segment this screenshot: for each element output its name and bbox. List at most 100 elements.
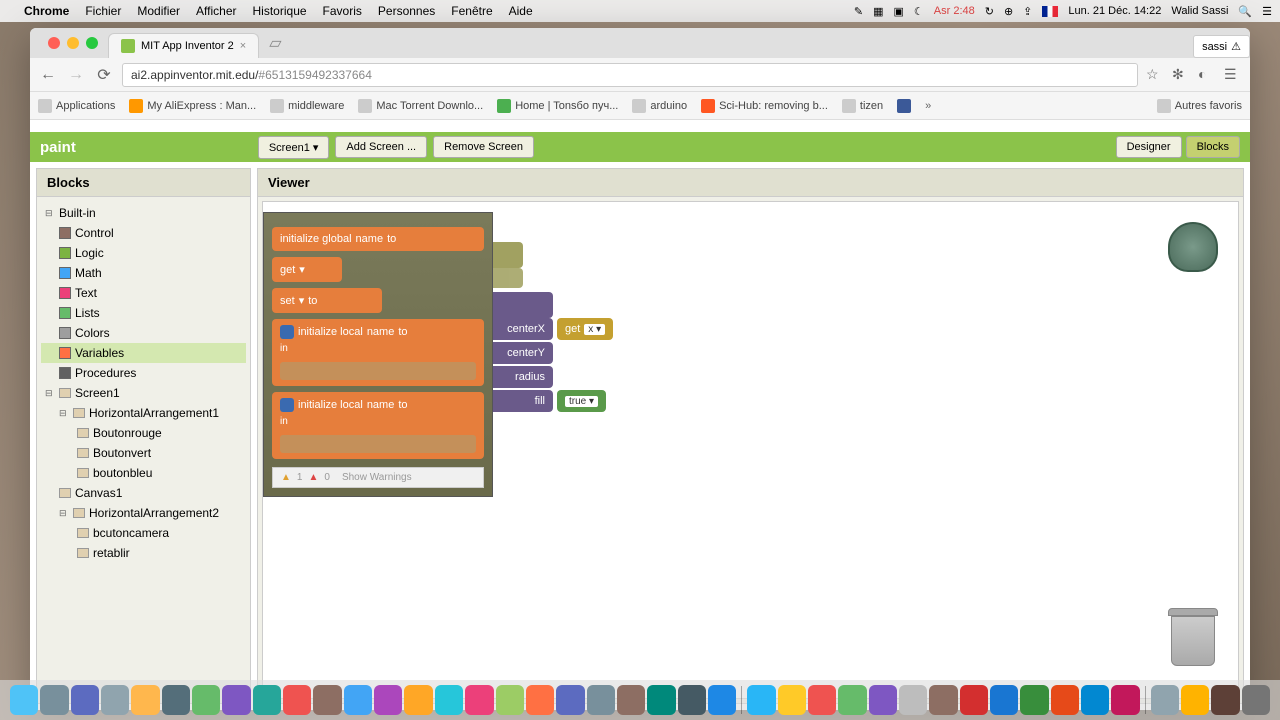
dock-app[interactable]: [1081, 685, 1109, 715]
tree-variables[interactable]: Variables: [41, 343, 246, 363]
tree-screen1[interactable]: ⊟Screen1: [41, 383, 246, 403]
true-block[interactable]: true ▾: [557, 390, 606, 412]
reload-button[interactable]: ⟳: [94, 65, 114, 85]
status-icon[interactable]: ↻: [985, 5, 994, 18]
menu-people[interactable]: Personnes: [378, 4, 435, 18]
menu-favorites[interactable]: Favoris: [323, 4, 362, 18]
dock-app[interactable]: [283, 685, 311, 715]
dock-app[interactable]: [222, 685, 250, 715]
status-icon[interactable]: ✎: [854, 5, 863, 18]
menu-icon[interactable]: ☰: [1262, 5, 1272, 18]
tree-colors[interactable]: Colors: [41, 323, 246, 343]
dock-app[interactable]: [1111, 685, 1139, 715]
menu-icon[interactable]: ☰: [1224, 66, 1242, 84]
dock-app[interactable]: [1211, 685, 1239, 715]
menu-history[interactable]: Historique: [253, 4, 307, 18]
dock-app[interactable]: [808, 685, 836, 715]
tree-canvas[interactable]: Canvas1: [41, 483, 246, 503]
dock-app[interactable]: [435, 685, 463, 715]
blocks-button[interactable]: Blocks: [1186, 136, 1240, 158]
dock-app[interactable]: [899, 685, 927, 715]
wifi-icon[interactable]: ⇪: [1023, 5, 1032, 18]
dock-app[interactable]: [253, 685, 281, 715]
dock-app[interactable]: [1020, 685, 1048, 715]
flag-icon[interactable]: [1042, 6, 1058, 17]
dock-app[interactable]: [678, 685, 706, 715]
bookmark[interactable]: My AliExpress : Man...: [129, 99, 256, 113]
dock-app[interactable]: [10, 685, 38, 715]
dock-app[interactable]: [1242, 685, 1270, 715]
remove-screen-button[interactable]: Remove Screen: [433, 136, 534, 158]
tree-logic[interactable]: Logic: [41, 243, 246, 263]
dock-app[interactable]: [313, 685, 341, 715]
dock-app[interactable]: [556, 685, 584, 715]
dock-app[interactable]: [708, 685, 736, 715]
dock-app[interactable]: [869, 685, 897, 715]
other-bookmarks[interactable]: Autres favoris: [1157, 99, 1242, 113]
date-time[interactable]: Lun. 21 Déc. 14:22: [1068, 5, 1161, 17]
app-name[interactable]: Chrome: [24, 4, 69, 18]
tree-ha2[interactable]: ⊟HorizontalArrangement2: [41, 503, 246, 523]
tree-ha1[interactable]: ⊟HorizontalArrangement1: [41, 403, 246, 423]
menu-file[interactable]: Fichier: [85, 4, 121, 18]
close-window[interactable]: [48, 37, 60, 49]
dock-app[interactable]: [1181, 685, 1209, 715]
show-warnings-button[interactable]: ▲1 ▲0 Show Warnings: [272, 467, 484, 488]
tree-comp[interactable]: bcutoncamera: [41, 523, 246, 543]
set-block[interactable]: set▾to: [272, 288, 382, 313]
forward-button[interactable]: →: [66, 65, 86, 85]
tree-comp[interactable]: Boutonvert: [41, 443, 246, 463]
backpack-icon[interactable]: [1168, 222, 1218, 272]
dock-app[interactable]: [40, 685, 68, 715]
dock-app[interactable]: [131, 685, 159, 715]
minimize-window[interactable]: [67, 37, 79, 49]
spotlight-icon[interactable]: 🔍: [1238, 5, 1252, 18]
status-icon[interactable]: ▦: [873, 5, 883, 18]
dock-app[interactable]: [778, 685, 806, 715]
init-local-block[interactable]: initialize localnameto in: [272, 319, 484, 386]
dock-app[interactable]: [496, 685, 524, 715]
dock-app[interactable]: [374, 685, 402, 715]
bookmark[interactable]: arduino: [632, 99, 687, 113]
bookmark[interactable]: tizen: [842, 99, 883, 113]
init-local-block-2[interactable]: initialize localnameto in: [272, 392, 484, 459]
tree-comp[interactable]: retablir: [41, 543, 246, 563]
dock-app[interactable]: [990, 685, 1018, 715]
ext-icon[interactable]: ◐: [1198, 66, 1216, 84]
get-x-block[interactable]: getx ▾: [557, 318, 613, 340]
apps-button[interactable]: Applications: [38, 99, 115, 113]
dock-app[interactable]: [162, 685, 190, 715]
tree-comp[interactable]: boutonbleu: [41, 463, 246, 483]
user-name[interactable]: Walid Sassi: [1171, 5, 1228, 17]
browser-tab[interactable]: MIT App Inventor 2 ×: [108, 33, 259, 58]
status-icon[interactable]: ⊕: [1004, 5, 1013, 18]
dock-app[interactable]: [929, 685, 957, 715]
dock-app[interactable]: [404, 685, 432, 715]
dock-app[interactable]: [1151, 685, 1179, 715]
status-icon[interactable]: ▣: [893, 5, 903, 18]
get-block[interactable]: get▾: [272, 257, 342, 282]
bookmark[interactable]: Home | Tonsбo пуч...: [497, 99, 618, 113]
dock-app[interactable]: [617, 685, 645, 715]
dock-app[interactable]: [192, 685, 220, 715]
url-input[interactable]: ai2.appinventor.mit.edu/#651315949233766…: [122, 63, 1138, 87]
init-global-block[interactable]: initialize globalnameto: [272, 227, 484, 251]
status-icon[interactable]: ☾: [914, 5, 924, 18]
dock-app[interactable]: [101, 685, 129, 715]
tree-text[interactable]: Text: [41, 283, 246, 303]
bookmark-fb[interactable]: [897, 99, 911, 113]
dock-app[interactable]: [465, 685, 493, 715]
dock-app[interactable]: [526, 685, 554, 715]
new-tab-button[interactable]: ▱: [259, 28, 291, 58]
dock-app[interactable]: [747, 685, 775, 715]
trash-icon[interactable]: [1168, 608, 1218, 668]
maximize-window[interactable]: [86, 37, 98, 49]
tree-comp[interactable]: Boutonrouge: [41, 423, 246, 443]
dock-app[interactable]: [587, 685, 615, 715]
bookmark[interactable]: Sci-Hub: removing b...: [701, 99, 828, 113]
menu-view[interactable]: Afficher: [196, 4, 236, 18]
bookmark[interactable]: Mac Torrent Downlo...: [358, 99, 483, 113]
dock-app[interactable]: [71, 685, 99, 715]
prayer-time[interactable]: Asr 2:48: [934, 5, 975, 17]
star-icon[interactable]: ☆: [1146, 66, 1164, 84]
